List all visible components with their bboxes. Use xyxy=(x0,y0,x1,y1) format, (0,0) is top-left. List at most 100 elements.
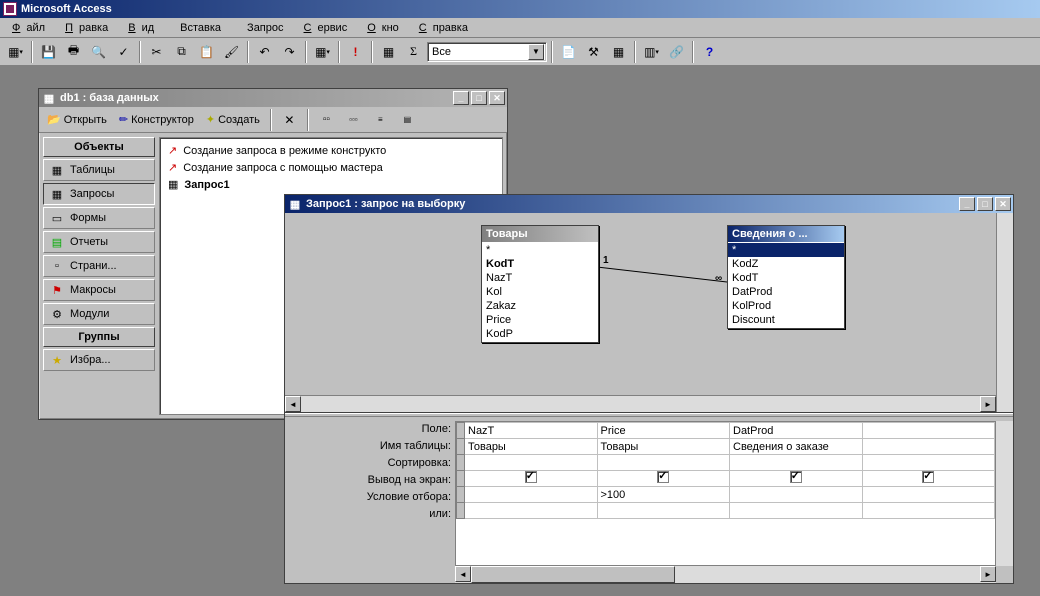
querytype-button[interactable]: ▦▾ xyxy=(311,41,334,63)
menu-window[interactable]: Окно xyxy=(361,20,411,36)
small-icons-button[interactable]: ▫▫▫ xyxy=(342,109,365,131)
grid-cell[interactable] xyxy=(730,487,863,503)
showtable-button[interactable]: ▦ xyxy=(377,41,400,63)
large-icons-button[interactable]: ▫▫ xyxy=(315,109,338,131)
field-item[interactable]: KodP xyxy=(482,327,598,341)
create-button[interactable]: ✦Создать xyxy=(202,110,264,130)
grid-cell[interactable] xyxy=(597,471,730,487)
checkbox-icon[interactable] xyxy=(525,471,537,483)
design-grid[interactable]: NazT Price DatProd Товары Товары Сведени… xyxy=(455,421,996,566)
delete-button[interactable]: ✕ xyxy=(278,109,301,131)
top-values-combo[interactable]: Все ▼ xyxy=(427,42,547,62)
checkbox-icon[interactable] xyxy=(790,471,802,483)
grid-cell[interactable]: Товары xyxy=(597,439,730,455)
help-button[interactable]: ? xyxy=(698,41,721,63)
sidebar-item-queries[interactable]: ▦Запросы xyxy=(43,183,155,205)
view-button[interactable]: ▦▾ xyxy=(4,41,27,63)
field-item[interactable]: KodZ xyxy=(728,257,844,271)
maximize-button[interactable]: □ xyxy=(977,197,993,211)
grid-cell[interactable] xyxy=(862,503,995,519)
properties-button[interactable]: 📄 xyxy=(557,41,580,63)
grid-cell[interactable]: Price xyxy=(597,423,730,439)
grid-cell[interactable] xyxy=(862,487,995,503)
grid-cell[interactable] xyxy=(862,471,995,487)
sidebar-item-tables[interactable]: ▦Таблицы xyxy=(43,159,155,181)
minimize-button[interactable]: _ xyxy=(959,197,975,211)
field-item[interactable]: NazT xyxy=(482,271,598,285)
preview-button[interactable]: 🔍 xyxy=(87,41,110,63)
office-button[interactable]: 🔗 xyxy=(665,41,688,63)
open-button[interactable]: 📂Открыть xyxy=(43,110,111,130)
sidebar-item-modules[interactable]: ⚙Модули xyxy=(43,303,155,325)
list-item[interactable]: ↗Создание запроса в режиме конструкто xyxy=(164,142,498,159)
undo-button[interactable]: ↶ xyxy=(253,41,276,63)
grid-cell[interactable] xyxy=(862,439,995,455)
grid-cell[interactable]: NazT xyxy=(465,423,598,439)
table-box-svedeniya[interactable]: Сведения о ... * KodZ KodT DatProd KolPr… xyxy=(727,225,845,329)
run-button[interactable]: ! xyxy=(344,41,367,63)
grid-cell[interactable]: Товары xyxy=(465,439,598,455)
scroll-right-icon[interactable]: ► xyxy=(980,566,996,582)
horizontal-scrollbar[interactable]: ◄ ► xyxy=(455,566,996,583)
menu-edit[interactable]: Правка xyxy=(59,20,120,36)
grid-cell[interactable] xyxy=(597,503,730,519)
field-item[interactable]: KodT xyxy=(482,257,598,271)
dbwindow-button[interactable]: ▦ xyxy=(607,41,630,63)
grid-cell[interactable] xyxy=(465,471,598,487)
checkbox-icon[interactable] xyxy=(922,471,934,483)
horizontal-scrollbar[interactable]: ◄ ► xyxy=(285,395,996,412)
redo-button[interactable]: ↷ xyxy=(278,41,301,63)
print-button[interactable]: 🖶 xyxy=(62,41,85,63)
db-titlebar[interactable]: ▦ db1 : база данных _ □ ✕ xyxy=(39,89,507,107)
menu-view[interactable]: Вид xyxy=(122,20,166,36)
menu-service[interactable]: Сервис xyxy=(298,20,360,36)
chevron-down-icon[interactable]: ▼ xyxy=(528,44,544,60)
field-list[interactable]: * KodZ KodT DatProd KolProd Discount xyxy=(728,242,844,328)
totals-button[interactable]: Σ xyxy=(402,41,425,63)
objects-header[interactable]: Объекты xyxy=(43,137,155,157)
menu-help[interactable]: Справка xyxy=(413,20,480,36)
table-header[interactable]: Сведения о ... xyxy=(728,226,844,242)
groups-header[interactable]: Группы xyxy=(43,327,155,347)
sidebar-item-macros[interactable]: ⚑Макросы xyxy=(43,279,155,301)
grid-cell[interactable] xyxy=(465,487,598,503)
scroll-right-icon[interactable]: ► xyxy=(980,396,996,412)
maximize-button[interactable]: □ xyxy=(471,91,487,105)
scroll-left-icon[interactable]: ◄ xyxy=(455,566,471,582)
menu-query[interactable]: Запрос xyxy=(235,20,295,36)
copy-button[interactable]: ⧉ xyxy=(170,41,193,63)
list-item[interactable]: ↗Создание запроса с помощью мастера xyxy=(164,159,498,176)
field-item[interactable]: KolProd xyxy=(728,299,844,313)
field-item[interactable]: Discount xyxy=(728,313,844,327)
save-button[interactable]: 💾 xyxy=(37,41,60,63)
details-button[interactable]: ▤ xyxy=(396,109,419,131)
checkbox-icon[interactable] xyxy=(657,471,669,483)
grid-cell[interactable] xyxy=(465,503,598,519)
grid-cell[interactable]: Сведения о заказе xyxy=(730,439,863,455)
grid-cell[interactable] xyxy=(730,503,863,519)
newobject-button[interactable]: ▥▾ xyxy=(640,41,663,63)
scroll-thumb[interactable] xyxy=(471,566,675,583)
field-item[interactable]: * xyxy=(728,243,844,257)
format-button[interactable]: 🖌 xyxy=(220,41,243,63)
build-button[interactable]: ⚒ xyxy=(582,41,605,63)
paste-button[interactable]: 📋 xyxy=(195,41,218,63)
table-header[interactable]: Товары xyxy=(482,226,598,242)
grid-cell[interactable]: DatProd xyxy=(730,423,863,439)
scroll-left-icon[interactable]: ◄ xyxy=(285,396,301,412)
list-button[interactable]: ≡ xyxy=(369,109,392,131)
cut-button[interactable]: ✂ xyxy=(145,41,168,63)
grid-cell[interactable] xyxy=(862,423,995,439)
menu-insert[interactable]: Вставка xyxy=(168,20,233,36)
query-titlebar[interactable]: ▦ Запрос1 : запрос на выборку _ □ ✕ xyxy=(285,195,1013,213)
field-item[interactable]: Zakaz xyxy=(482,299,598,313)
field-item[interactable]: KodT xyxy=(728,271,844,285)
close-button[interactable]: ✕ xyxy=(995,197,1011,211)
field-item[interactable]: DatProd xyxy=(728,285,844,299)
sidebar-item-forms[interactable]: ▭Формы xyxy=(43,207,155,229)
vertical-scrollbar[interactable] xyxy=(996,421,1013,566)
sidebar-item-reports[interactable]: ▤Отчеты xyxy=(43,231,155,253)
field-list[interactable]: * KodT NazT Kol Zakaz Price KodP xyxy=(482,242,598,342)
grid-cell[interactable] xyxy=(730,471,863,487)
query-table-pane[interactable]: 1 ∞ Товары * KodT NazT Kol Zakaz Price K… xyxy=(285,213,1013,413)
